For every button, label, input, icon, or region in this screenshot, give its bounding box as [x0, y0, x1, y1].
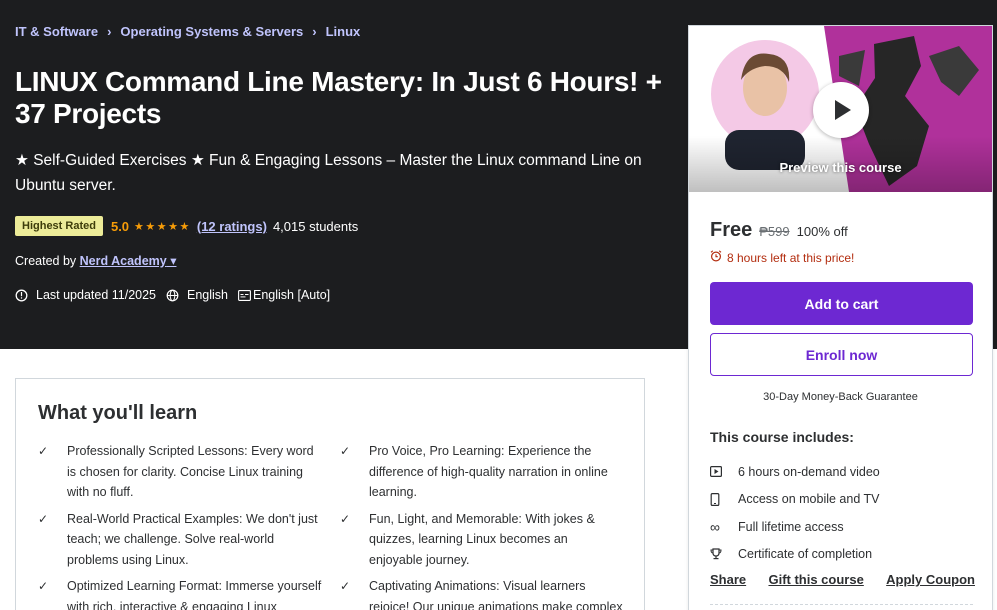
includes-title: This course includes: — [710, 429, 854, 445]
check-icon: ✓ — [340, 444, 351, 458]
rating-row: Highest Rated 5.0 ★★★★★ (12 ratings) 4,0… — [15, 216, 358, 236]
course-meta: Last updated 11/2025 English English [Au… — [15, 288, 340, 302]
globe-icon — [166, 289, 179, 302]
list-item: ∞ Full lifetime access — [710, 518, 844, 535]
created-by: Created by Nerd Academy ▾ — [15, 253, 176, 268]
apply-coupon-link[interactable]: Apply Coupon — [886, 572, 975, 587]
check-icon: ✓ — [38, 579, 49, 593]
rating-value: 5.0 — [110, 218, 130, 234]
price-timer: 8 hours left at this price! — [710, 250, 854, 265]
mobile-icon — [710, 492, 738, 506]
add-to-cart-button[interactable]: Add to cart — [710, 282, 973, 325]
course-language: English — [187, 288, 229, 302]
list-item: ✓ Real-World Practical Examples: We don'… — [38, 509, 340, 571]
chevron-right-icon: › — [312, 24, 317, 39]
price-row: Free ₱599 100% off — [710, 219, 848, 242]
chevron-right-icon: › — [107, 24, 112, 39]
what-youll-learn: What you'll learn ✓ Professionally Scrip… — [15, 378, 645, 610]
breadcrumb: IT & Software › Operating Systems & Serv… — [15, 24, 360, 39]
infinity-icon: ∞ — [710, 518, 720, 535]
share-link[interactable]: Share — [710, 572, 746, 587]
alert-badge-icon — [15, 289, 28, 302]
check-icon: ✓ — [340, 511, 351, 526]
includes-list: 6 hours on-demand video Access on mobile… — [710, 458, 880, 568]
gift-course-link[interactable]: Gift this course — [768, 572, 863, 587]
course-captions: English [Auto] — [253, 288, 331, 302]
highest-rated-badge: Highest Rated — [15, 216, 103, 236]
money-back-guarantee: 30-Day Money-Back Guarantee — [763, 391, 918, 403]
alarm-clock-icon — [710, 250, 722, 265]
purchase-sidebar: Preview this course Free ₱599 100% off 8… — [688, 25, 993, 610]
students-count: 4,015 students — [272, 218, 359, 234]
breadcrumb-it-software[interactable]: IT & Software — [15, 24, 98, 39]
learn-title: What you'll learn — [38, 402, 198, 424]
enroll-now-button[interactable]: Enroll now — [710, 333, 973, 376]
sidebar-actions: Share Gift this course Apply Coupon — [710, 572, 975, 587]
learn-grid: ✓ Professionally Scripted Lessons: Every… — [38, 441, 628, 610]
course-preview[interactable]: Preview this course — [689, 26, 992, 192]
check-icon: ✓ — [340, 579, 351, 593]
check-icon: ✓ — [38, 511, 49, 526]
play-icon[interactable] — [813, 82, 869, 138]
ratings-count-link[interactable]: (12 ratings) — [197, 219, 267, 234]
created-by-label: Created by — [15, 254, 77, 268]
list-item: ✓ Fun, Light, and Memorable: With jokes … — [340, 509, 628, 571]
list-item: 6 hours on-demand video — [710, 458, 880, 486]
discount-percent: 100% off — [796, 224, 848, 239]
captions-icon — [238, 289, 251, 301]
list-item: Access on mobile and TV — [710, 486, 880, 514]
list-item: ✓ Professionally Scripted Lessons: Every… — [38, 441, 340, 503]
trophy-icon — [710, 548, 738, 560]
preview-label: Preview this course — [779, 160, 902, 175]
check-icon: ✓ — [38, 444, 49, 458]
breadcrumb-linux[interactable]: Linux — [326, 24, 361, 39]
timer-text: 8 hours left at this price! — [727, 250, 855, 265]
divider — [710, 604, 973, 605]
author-link[interactable]: Nerd Academy ▾ — [80, 254, 177, 268]
last-updated: Last updated 11/2025 — [36, 288, 157, 302]
list-item: Certificate of completion — [710, 541, 880, 569]
course-subtitle: ★ Self-Guided Exercises ★ Fun & Engaging… — [15, 152, 642, 194]
star-rating-icon: ★★★★★ — [134, 220, 191, 233]
breadcrumb-operating-systems[interactable]: Operating Systems & Servers — [120, 24, 303, 39]
current-price: Free — [710, 219, 753, 241]
video-icon — [710, 466, 738, 478]
original-price: ₱599 — [759, 224, 790, 239]
course-title: LINUX Command Line Mastery: In Just 6 Ho… — [15, 66, 662, 129]
list-item: ✓ Captivating Animations: Visual learner… — [340, 576, 628, 610]
list-item: ✓ Pro Voice, Pro Learning: Experience th… — [340, 441, 628, 503]
list-item: ✓ Optimized Learning Format: Immerse you… — [38, 576, 340, 610]
